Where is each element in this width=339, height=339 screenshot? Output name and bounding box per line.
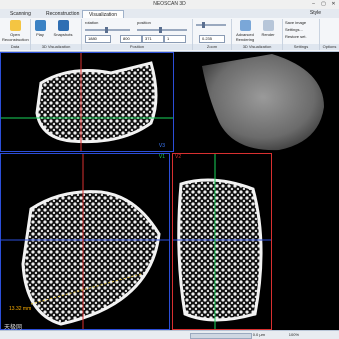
group-3d-visualization: Play Snapshots 3D Visualization bbox=[31, 19, 82, 50]
pos-z-spin[interactable]: 1 bbox=[164, 35, 186, 43]
zoom-spin[interactable]: 1880 bbox=[85, 35, 111, 43]
rotation-slider[interactable] bbox=[85, 27, 130, 33]
save-image-button[interactable]: Save image bbox=[285, 20, 317, 25]
group-position: rotation 1880 position 800 371 1 Positio… bbox=[82, 19, 193, 50]
horizontal-scrollbar[interactable] bbox=[190, 333, 252, 339]
play-button[interactable]: Play bbox=[33, 20, 47, 37]
status-text: 0.0 μm bbox=[252, 332, 265, 337]
group-options: Options bbox=[320, 19, 339, 50]
slice-v3-image bbox=[1, 53, 173, 151]
cube-icon bbox=[239, 20, 251, 31]
zoom-value[interactable]: 0.235 bbox=[199, 35, 225, 43]
play-icon bbox=[34, 20, 46, 31]
folder-icon bbox=[9, 20, 21, 31]
view-v2-label: V2 bbox=[175, 154, 182, 160]
settings-button[interactable]: Settings... bbox=[285, 27, 317, 32]
render-button[interactable]: Render bbox=[258, 20, 278, 37]
restore-settings-button[interactable]: Restore set. bbox=[285, 34, 317, 39]
measurement-label: 13.32 mm bbox=[9, 306, 32, 312]
open-reconstruction-button[interactable]: Open Reconstruction bbox=[2, 20, 29, 42]
tab-scanning[interactable]: Scanning bbox=[4, 10, 37, 18]
minimize-button[interactable]: – bbox=[310, 1, 317, 7]
viewport-area[interactable]: V3 13.32 mm V1 V2 bbox=[0, 52, 339, 330]
camera-icon bbox=[57, 20, 69, 31]
group-zoom: 0.235 Zoom bbox=[193, 19, 232, 50]
view-v1-label: V1 bbox=[158, 154, 165, 160]
slice-v2-image bbox=[173, 154, 271, 329]
window-title: NEOSCAN 3D bbox=[153, 1, 186, 7]
slice-view-v1[interactable]: 13.32 mm V1 bbox=[0, 153, 170, 330]
render-image bbox=[202, 54, 324, 151]
advanced-rendering-button[interactable]: Advanced Rendering bbox=[234, 20, 256, 42]
style-menu[interactable]: Style bbox=[310, 10, 321, 17]
slice-view-v3[interactable]: V3 bbox=[0, 52, 174, 152]
tab-reconstruction[interactable]: Reconstruction bbox=[40, 10, 85, 18]
status-zoom: 100% bbox=[288, 332, 299, 337]
slice-v1-image bbox=[1, 154, 169, 329]
pos-y-spin[interactable]: 371 bbox=[142, 35, 164, 43]
position-slider[interactable] bbox=[137, 27, 187, 33]
group-data: Open Reconstruction Data bbox=[0, 19, 31, 50]
slice-view-v2[interactable]: V2 bbox=[172, 153, 272, 330]
group-3d-visualization-2: Advanced Rendering Render 3D Visualizati… bbox=[232, 19, 283, 50]
render-icon bbox=[262, 20, 274, 31]
view-v3-label: V3 bbox=[158, 143, 165, 149]
pos-x-spin[interactable]: 800 bbox=[120, 35, 142, 43]
ribbon: Open Reconstruction Data Play Snapshots … bbox=[0, 18, 339, 52]
zoom-slider[interactable] bbox=[196, 22, 226, 28]
snapshots-button[interactable]: Snapshots bbox=[49, 20, 77, 37]
render-view[interactable] bbox=[174, 52, 339, 152]
close-button[interactable]: ✕ bbox=[330, 1, 337, 7]
maximize-button[interactable]: ▢ bbox=[320, 1, 327, 7]
group-settings: Save image Settings... Restore set. Sett… bbox=[283, 19, 320, 50]
